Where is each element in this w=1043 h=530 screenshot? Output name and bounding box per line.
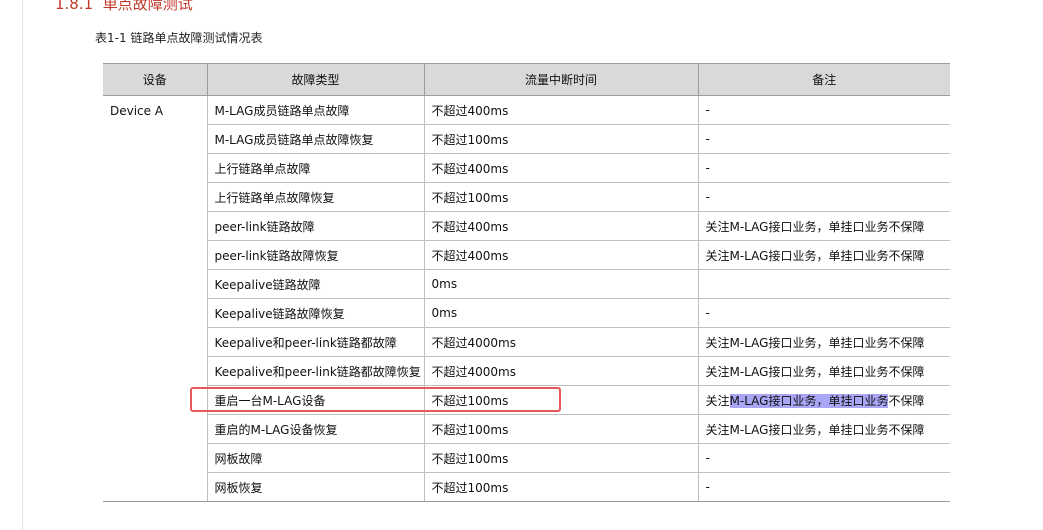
interrupt-cell: 不超过4000ms: [423, 327, 698, 357]
remark-cell: -: [697, 443, 950, 473]
table-header-row: 设备 故障类型 流量中断时间 备注: [103, 63, 950, 96]
remark-cell: -: [697, 182, 950, 212]
interrupt-cell: 不超过400ms: [423, 211, 698, 241]
remark-cell: 关注M-LAG接口业务，单挂口业务不保障: [697, 414, 950, 444]
remark-cell: -: [697, 153, 950, 183]
table-row: peer-link链路故障 不超过400ms 关注M-LAG接口业务，单挂口业务…: [103, 211, 950, 241]
header-device: 设备: [103, 63, 207, 96]
table-caption-title: 链路单点故障测试情况表: [130, 31, 263, 45]
remark-cell: -: [697, 472, 950, 502]
fault-cell: 网板故障: [206, 443, 424, 473]
table-row: 上行链路单点故障恢复 不超过100ms -: [103, 182, 950, 212]
table-row: Device A M-LAG成员链路单点故障 不超过400ms -: [103, 95, 950, 502]
remark-text-post: 不保障: [888, 393, 925, 408]
remark-cell: -: [697, 298, 950, 328]
table-row: Keepalive和peer-link链路都故障 不超过4000ms 关注M-L…: [103, 327, 950, 357]
fault-cell: peer-link链路故障: [206, 211, 424, 241]
section-number: 1.8.1: [55, 0, 94, 13]
table-row: Keepalive和peer-link链路都故障恢复 不超过4000ms 关注M…: [103, 356, 950, 386]
interrupt-cell: 不超过100ms: [423, 124, 698, 154]
fault-test-table: 设备 故障类型 流量中断时间 备注 Device A M-LAG成员链路单点故障…: [103, 63, 950, 502]
interrupt-cell: 不超过400ms: [423, 95, 698, 125]
fault-cell: 重启的M-LAG设备恢复: [206, 414, 424, 444]
fault-cell: 上行链路单点故障恢复: [206, 182, 424, 212]
interrupt-cell: 不超过400ms: [423, 240, 698, 270]
remark-cell: 关注M-LAG接口业务，单挂口业务不保障: [697, 211, 950, 241]
fault-cell: 重启一台M-LAG设备: [206, 385, 424, 415]
table-row: Keepalive链路故障 0ms: [103, 269, 950, 299]
table-caption: 表1-1 链路单点故障测试情况表: [95, 30, 262, 46]
remark-cell: -: [697, 124, 950, 154]
section-title-text: 单点故障测试: [102, 0, 193, 13]
remark-cell: [697, 269, 950, 299]
table-row: 网板恢复 不超过100ms -: [103, 472, 950, 502]
section-heading: 1.8.1 单点故障测试: [55, 0, 193, 14]
header-fault-type: 故障类型: [206, 63, 424, 96]
device-cell: Device A: [103, 95, 207, 502]
page-margin-rule: [22, 0, 23, 530]
interrupt-cell: 0ms: [423, 269, 698, 299]
fault-cell: M-LAG成员链路单点故障: [206, 95, 424, 125]
table-row: M-LAG成员链路单点故障恢复 不超过100ms -: [103, 124, 950, 154]
fault-cell: 上行链路单点故障: [206, 153, 424, 183]
text-selection-highlight[interactable]: M-LAG接口业务，单挂口业务: [729, 393, 889, 408]
header-remark: 备注: [697, 63, 950, 96]
fault-cell: peer-link链路故障恢复: [206, 240, 424, 270]
fault-cell: Keepalive链路故障恢复: [206, 298, 424, 328]
interrupt-cell: 不超过100ms: [423, 385, 698, 415]
remark-cell: 关注M-LAG接口业务，单挂口业务不保障: [697, 327, 950, 357]
fault-cell: Keepalive和peer-link链路都故障: [206, 327, 424, 357]
table-row-highlighted: 重启一台M-LAG设备 不超过100ms 关注M-LAG接口业务，单挂口业务不保…: [103, 385, 950, 415]
fault-cell: Keepalive链路故障: [206, 269, 424, 299]
interrupt-cell: 不超过100ms: [423, 472, 698, 502]
interrupt-cell: 不超过100ms: [423, 443, 698, 473]
fault-cell: M-LAG成员链路单点故障恢复: [206, 124, 424, 154]
header-interrupt-time: 流量中断时间: [423, 63, 698, 96]
remark-text-pre: 关注: [705, 393, 730, 408]
interrupt-cell: 0ms: [423, 298, 698, 328]
remark-cell: 关注M-LAG接口业务，单挂口业务不保障: [697, 240, 950, 270]
remark-cell: 关注M-LAG接口业务，单挂口业务不保障: [697, 356, 950, 386]
table-row: peer-link链路故障恢复 不超过400ms 关注M-LAG接口业务，单挂口…: [103, 240, 950, 270]
interrupt-cell: 不超过100ms: [423, 414, 698, 444]
table-row: 网板故障 不超过100ms -: [103, 443, 950, 473]
interrupt-cell: 不超过4000ms: [423, 356, 698, 386]
interrupt-cell: 不超过100ms: [423, 182, 698, 212]
interrupt-cell: 不超过400ms: [423, 153, 698, 183]
document-page: 1.8.1 单点故障测试 表1-1 链路单点故障测试情况表 设备 故障类型 流量…: [0, 0, 1043, 530]
fault-cell: Keepalive和peer-link链路都故障恢复: [206, 356, 424, 386]
remark-cell: -: [697, 95, 950, 125]
fault-cell: 网板恢复: [206, 472, 424, 502]
remark-cell[interactable]: 关注M-LAG接口业务，单挂口业务不保障: [697, 385, 950, 415]
table-row: Keepalive链路故障恢复 0ms -: [103, 298, 950, 328]
table-caption-number: 表1-1: [95, 31, 127, 45]
table-row: 上行链路单点故障 不超过400ms -: [103, 153, 950, 183]
table-row: 重启的M-LAG设备恢复 不超过100ms 关注M-LAG接口业务，单挂口业务不…: [103, 414, 950, 444]
